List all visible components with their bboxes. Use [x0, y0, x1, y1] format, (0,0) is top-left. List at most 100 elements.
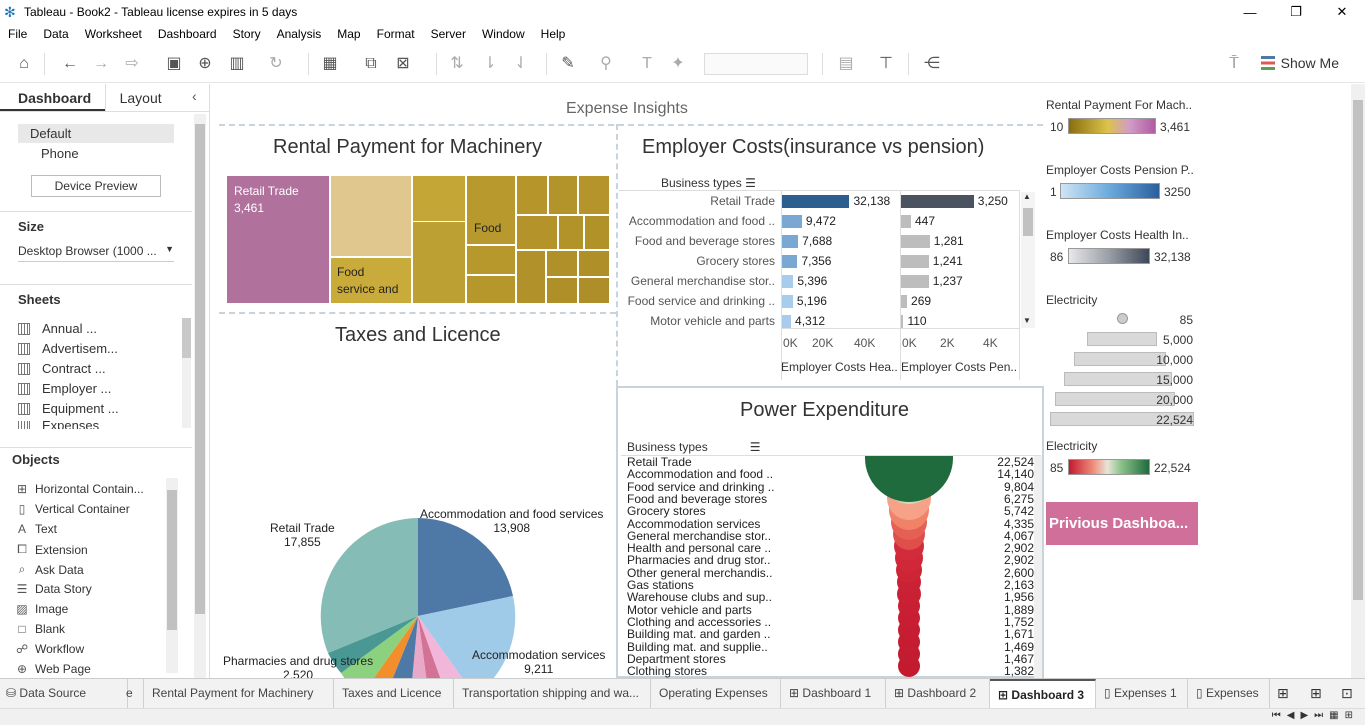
- share-icon[interactable]: ⋲: [922, 54, 942, 74]
- object-workflow[interactable]: ☍ Workflow: [16, 642, 84, 656]
- new-worksheet-icon[interactable]: ⊞: [1277, 685, 1289, 702]
- sheet-tab[interactable]: Rental Payment for Machinery: [144, 679, 334, 708]
- sheets-scrollbar[interactable]: [182, 318, 191, 428]
- undo-icon[interactable]: ←: [60, 54, 80, 74]
- attach-icon[interactable]: ⚲: [596, 54, 616, 74]
- tab-dashboard[interactable]: Dashboard: [0, 84, 105, 111]
- menu-dashboard[interactable]: Dashboard: [158, 27, 217, 41]
- health-bar[interactable]: [782, 215, 802, 228]
- menu-data[interactable]: Data: [43, 27, 68, 41]
- new-dashboard-icon[interactable]: ⊞: [1310, 685, 1322, 702]
- chevron-down-icon[interactable]: ▼: [1023, 316, 1031, 325]
- minimize-icon[interactable]: —: [1227, 0, 1273, 24]
- sort-ascending-icon[interactable]: ⇂: [480, 54, 500, 74]
- sort-descending-icon[interactable]: ⇃: [511, 54, 531, 74]
- home-icon[interactable]: ⌂: [14, 54, 34, 74]
- sheet-item[interactable]: Advertisem...: [18, 341, 118, 356]
- sheet-tab[interactable]: e: [122, 679, 144, 708]
- employer-scrollbar[interactable]: ▲ ▼: [1021, 192, 1035, 328]
- treemap-cell[interactable]: [548, 175, 578, 215]
- menu-format[interactable]: Format: [377, 27, 415, 41]
- sheet-navigation-icons[interactable]: ⏮◀▶⏭▦⊞: [1272, 710, 1359, 721]
- story-tab[interactable]: ▯ Expenses: [1188, 679, 1270, 708]
- dashboard-scrollbar[interactable]: [1351, 84, 1365, 678]
- new-story-icon[interactable]: ⊡: [1341, 685, 1353, 702]
- treemap-cell[interactable]: [516, 215, 558, 250]
- device-default[interactable]: Default: [18, 124, 174, 143]
- health-bar[interactable]: [782, 255, 798, 268]
- replay-icon[interactable]: ⇨: [122, 54, 142, 74]
- menu-analysis[interactable]: Analysis: [277, 27, 322, 41]
- pension-bar[interactable]: [901, 295, 908, 308]
- new-data-source-icon[interactable]: ⊕: [195, 54, 215, 74]
- dashboard-tab[interactable]: ⊞ Dashboard 2: [886, 679, 990, 708]
- dashboard-tab-active[interactable]: ⊞ Dashboard 3: [990, 679, 1096, 708]
- pension-bar[interactable]: [901, 315, 904, 328]
- story-tab[interactable]: ▯ Expenses 1: [1096, 679, 1188, 708]
- sheet-item[interactable]: Expenses: [18, 421, 99, 429]
- size-legend-mark[interactable]: [1117, 313, 1128, 324]
- object-vertical-container[interactable]: ▯ Vertical Container: [16, 502, 130, 516]
- presentation-mode-icon[interactable]: ⊤: [876, 54, 896, 74]
- chevron-up-icon[interactable]: ▲: [1023, 192, 1031, 201]
- power-bubble-chart[interactable]: [851, 456, 961, 678]
- save-icon[interactable]: ▣: [164, 54, 184, 74]
- pause-updates-icon[interactable]: ▥: [227, 54, 247, 74]
- restore-icon[interactable]: ❐: [1273, 0, 1319, 24]
- redo-icon[interactable]: →: [91, 54, 111, 74]
- health-bar[interactable]: [782, 195, 850, 208]
- sheet-tab[interactable]: Transportation shipping and wa...: [454, 679, 651, 708]
- sheet-tab[interactable]: Taxes and Licence: [334, 679, 454, 708]
- object-text[interactable]: A Text: [16, 522, 57, 536]
- sheet-item[interactable]: Equipment ...: [18, 401, 119, 416]
- legend-health-gradient[interactable]: [1068, 248, 1150, 264]
- menu-map[interactable]: Map: [337, 27, 360, 41]
- sheet-item[interactable]: Annual ...: [18, 321, 97, 336]
- menu-help[interactable]: Help: [541, 27, 566, 41]
- objects-scrollbar[interactable]: [166, 478, 178, 673]
- show-cards-icon[interactable]: ▤: [836, 54, 856, 74]
- health-bar[interactable]: [782, 295, 793, 308]
- pension-bar[interactable]: [901, 255, 929, 268]
- highlight-icon[interactable]: ✎: [558, 54, 578, 74]
- pension-bar[interactable]: [901, 275, 929, 288]
- health-bar[interactable]: [782, 275, 794, 288]
- fit-dropdown[interactable]: [704, 53, 808, 75]
- refresh-icon[interactable]: ↻: [266, 54, 286, 74]
- employer-header[interactable]: Business types ☰: [661, 176, 756, 190]
- sort-icon[interactable]: ☰: [750, 440, 761, 454]
- rental-treemap[interactable]: Retail Trade 3,461 Food Food service and: [226, 175, 610, 304]
- menu-story[interactable]: Story: [233, 27, 261, 41]
- pension-bar[interactable]: [901, 195, 974, 208]
- label-icon[interactable]: T: [637, 54, 657, 74]
- size-dropdown[interactable]: Desktop Browser (1000 ... ▼: [18, 244, 174, 262]
- left-panel-scrollbar[interactable]: [194, 114, 206, 678]
- dashboard-tab[interactable]: ⊞ Dashboard 1: [781, 679, 886, 708]
- object-data-story[interactable]: ☰ Data Story: [16, 582, 92, 596]
- treemap-cell[interactable]: [584, 215, 610, 250]
- sheet-item[interactable]: Contract ...: [18, 361, 106, 376]
- treemap-cell[interactable]: [330, 175, 412, 257]
- legend-pension-gradient[interactable]: [1060, 183, 1160, 199]
- object-web-page[interactable]: ⊕ Web Page: [16, 662, 91, 676]
- sort-icon[interactable]: ☰: [745, 176, 756, 190]
- treemap-cell[interactable]: [546, 277, 578, 304]
- menu-window[interactable]: Window: [482, 27, 525, 41]
- device-preview-button[interactable]: Device Preview: [31, 175, 161, 197]
- sheet-tab[interactable]: Operating Expenses: [651, 679, 781, 708]
- object-ask-data[interactable]: ⌕ Ask Data: [16, 562, 84, 577]
- pin-icon[interactable]: ✦: [668, 54, 688, 74]
- legend-electricity-gradient[interactable]: [1068, 459, 1150, 475]
- show-me-button[interactable]: Show Me: [1260, 55, 1339, 71]
- object-extension[interactable]: ⧠ Extension: [16, 542, 88, 557]
- power-header[interactable]: Business types ☰: [627, 440, 760, 454]
- device-phone[interactable]: Phone: [41, 146, 79, 161]
- treemap-cell[interactable]: [578, 250, 610, 277]
- health-bar[interactable]: [782, 235, 799, 248]
- treemap-cell[interactable]: [412, 175, 466, 222]
- close-icon[interactable]: ✕: [1319, 0, 1365, 24]
- tab-data-source[interactable]: ⛁ Data Source: [0, 679, 128, 708]
- clear-sheet-icon[interactable]: ⊠: [393, 54, 413, 74]
- pension-bar[interactable]: [901, 235, 930, 248]
- collapse-panel-icon[interactable]: ‹: [192, 88, 197, 104]
